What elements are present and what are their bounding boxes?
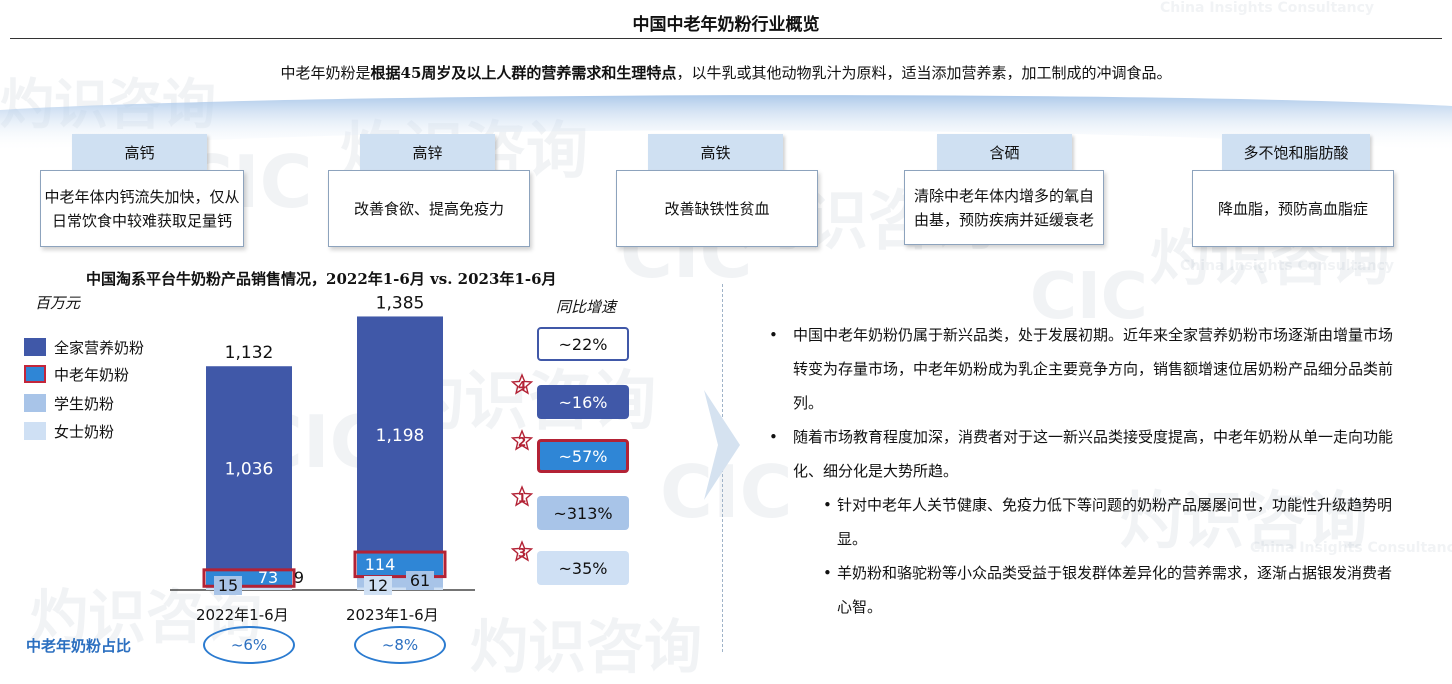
share-oval: ~8% (354, 626, 446, 664)
sub-bullet-item: • 羊奶粉和骆驼粉等小众品类受益于银发群体差异化的营养需求，逐渐占据银发消费者心智… (823, 564, 1393, 616)
feature-desc: 清除中老年体内增多的氧自由基，预防疾病并延缓衰老 (904, 170, 1104, 245)
chevron-right-icon (704, 390, 740, 500)
rank-number: 4 (518, 379, 526, 393)
share-label: 中老年奶粉占比 (26, 637, 132, 655)
yoy-family: ~16% (537, 385, 629, 419)
yoy-elderly: ~57% (537, 439, 629, 473)
data-label: 114 (365, 555, 396, 574)
category-label: 2023年1-6月 (346, 606, 439, 624)
bullet-text: 针对中老年人关节健康、免疫力低下等问题的奶粉产品屡屡问世，功能性升级趋势明显。 (837, 496, 1393, 548)
bullet-item: • 随着市场教育程度加深，消费者对于这一新兴品类接受度提高，中老年奶粉从单一走向功… (769, 428, 1394, 480)
bullet-item: • 中国中老年奶粉仍属于新兴品类，处于发展初期。近年来全家营养奶粉市场逐渐由增量市… (769, 326, 1394, 412)
feature-head: 多不饱和脂肪酸 (1222, 134, 1370, 170)
total-label: 1,132 (225, 343, 274, 363)
data-label: 61 (410, 571, 430, 590)
rank-number: 2 (518, 435, 526, 449)
bullet-text: 中国中老年奶粉仍属于新兴品类，处于发展初期。近年来全家营养奶粉市场逐渐由增量市场… (793, 326, 1394, 412)
yoy-student: ~313% (537, 496, 629, 530)
watermark-en: China Insights Consultancy (1180, 258, 1395, 274)
data-label: 15 (218, 576, 238, 595)
category-label: 2022年1-6月 (196, 606, 289, 624)
feature-head: 含硒 (937, 134, 1072, 170)
rank-number: 1 (518, 491, 526, 505)
feature-desc: 降血脂，预防高血脂症 (1192, 170, 1394, 247)
data-label: 9 (294, 568, 304, 587)
data-label: 1,036 (225, 460, 274, 480)
bullet-text: 羊奶粉和骆驼粉等小众品类受益于银发群体差异化的营养需求，逐渐占据银发消费者心智。 (837, 564, 1393, 616)
data-label: 12 (368, 576, 388, 595)
sub-bullet-item: • 针对中老年人关节健康、免疫力低下等问题的奶粉产品屡屡问世，功能性升级趋势明显。 (823, 496, 1393, 548)
total-label: 1,385 (376, 293, 425, 313)
bullet-text: 随着市场教育程度加深，消费者对于这一新兴品类接受度提高，中老年奶粉从单一走向功能… (793, 428, 1394, 480)
data-label: 1,198 (376, 426, 425, 446)
rank-number: 3 (518, 546, 526, 560)
data-label: 73 (258, 568, 278, 587)
yoy-women: ~35% (537, 551, 629, 585)
bullet-list: • 中国中老年奶粉仍属于新兴品类，处于发展初期。近年来全家营养奶粉市场逐渐由增量市… (765, 318, 1405, 624)
yoy-total: ~22% (537, 327, 629, 361)
share-oval: ~6% (203, 626, 295, 664)
definition-suffix: ，以牛乳或其他动物乳汁为原料，适当添加营养素，加工制成的冲调食品。 (676, 64, 1172, 82)
